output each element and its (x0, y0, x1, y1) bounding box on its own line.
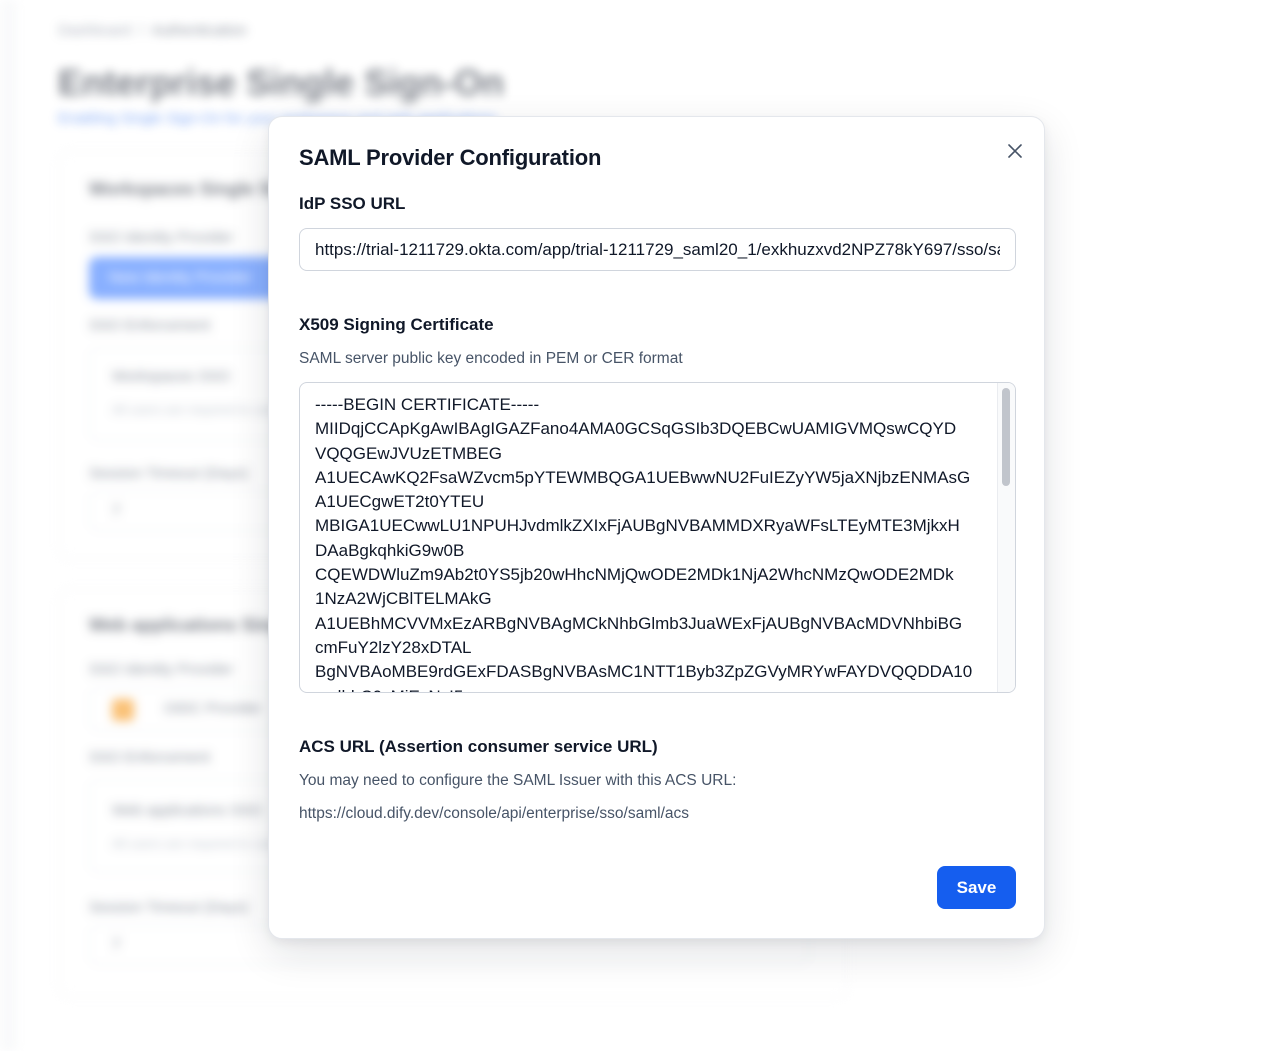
cert-line: A1UECgwET2t0YTEU (315, 492, 485, 512)
cert-line: MIIDqjCCApKgAwIBAgIGAZFano4AMA0GCSqGSIb3… (315, 419, 957, 439)
page-title: Enterprise Single Sign-On (58, 62, 505, 103)
timeout-value: 7 (112, 936, 121, 953)
timeout-label: Session Timeout (Days) (89, 465, 249, 482)
close-icon (1008, 144, 1022, 158)
cert-content: -----BEGIN CERTIFICATE----- MIIDqjCCApKgA… (315, 393, 995, 692)
cert-line: DAaBgkqhkiG9w0B (315, 540, 465, 560)
cert-line: CQEWDWluZm9Ab2t0YS5jb20wHhcNMjQwODE2MDk1… (315, 565, 954, 585)
sidebar-edge (0, 0, 16, 1051)
breadcrumb-current: Authentication (151, 22, 247, 39)
breadcrumb: Dashboard / Authentication (58, 22, 247, 39)
save-button[interactable]: Save (937, 866, 1016, 909)
timeout-label: Session Timeout (Days) (89, 899, 249, 916)
saml-config-dialog: SAML Provider Configuration IdP SSO URL … (268, 116, 1045, 939)
close-button[interactable] (1001, 137, 1029, 165)
x509-cert-textarea[interactable]: -----BEGIN CERTIFICATE----- MIIDqjCCApKgA… (299, 382, 1016, 693)
acs-url-value[interactable]: https://cloud.dify.dev/console/api/enter… (299, 805, 689, 823)
idp-sso-url-label: IdP SSO URL (299, 194, 406, 213)
cert-line: 1NzA2WjCBlTELMAkG (315, 589, 492, 609)
provider-name: OIDC Provider (164, 700, 262, 717)
scrollbar-thumb[interactable] (1002, 388, 1010, 486)
x509-cert-label: X509 Signing Certificate (299, 315, 494, 334)
cert-line: A1UECAwKQ2FsaWZvcm5pYTEWMBQGA1UEBwwNU2Fu… (315, 467, 971, 487)
x509-cert-help: SAML server public key encoded in PEM or… (299, 350, 683, 367)
enforcement-label: SSO Enforcement (89, 749, 210, 766)
dialog-title: SAML Provider Configuration (299, 145, 602, 170)
cert-line: cmFuY2lzY28xDTAL (315, 637, 472, 657)
textarea-scrollbar[interactable] (997, 383, 1015, 692)
enforcement-item: Workspaces SSO (112, 368, 231, 385)
cert-line: cmlhbC0xMjExNzI5 (315, 685, 995, 692)
enforcement-label: SSO Enforcement (89, 317, 210, 334)
cert-line: -----BEGIN CERTIFICATE----- (315, 395, 540, 414)
acs-url-help: You may need to configure the SAML Issue… (299, 772, 737, 789)
breadcrumb-item[interactable]: Dashboard (58, 22, 131, 39)
provider-label: SSO Identity Provider (89, 229, 234, 246)
provider-icon (112, 699, 134, 721)
enforcement-item: Web applications SSO (112, 802, 262, 819)
cert-line: A1UEBhMCVVMxEzARBgNVBAgMCkNhbGlmb3JuaWEx… (315, 613, 963, 633)
acs-url-label: ACS URL (Assertion consumer service URL) (299, 737, 658, 756)
cert-line: VQQGEwJVUzETMBEG (315, 443, 503, 463)
timeout-value: 7 (112, 502, 121, 519)
provider-label: SSO Identity Provider (89, 661, 234, 678)
cert-line: MBIGA1UECwwLU1NPUHJvdmlkZXIxFjAUBgNVBAMM… (315, 516, 960, 536)
idp-sso-url-input[interactable] (299, 228, 1016, 271)
cert-line: BgNVBAoMBE9rdGExFDASBgNVBAsMC1NTT1Byb3Zp… (315, 662, 973, 682)
breadcrumb-separator: / (139, 22, 144, 39)
